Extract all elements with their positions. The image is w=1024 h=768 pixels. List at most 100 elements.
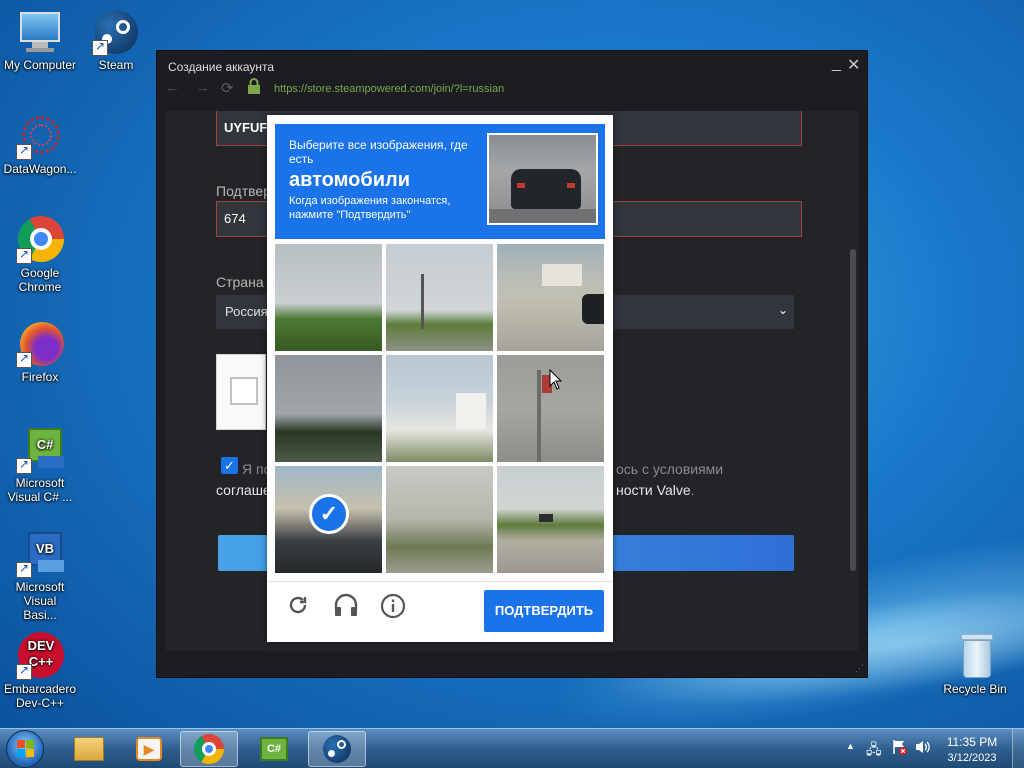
clock[interactable]: 11:35 PM 3/12/2023 xyxy=(946,734,998,766)
captcha-tile[interactable] xyxy=(275,355,382,462)
browser-navbar: ← → ⟳ https://store.steampowered.com/joi… xyxy=(157,78,867,99)
computer-icon xyxy=(16,8,64,56)
chrome-icon xyxy=(16,216,64,264)
desktop-icon-my-computer[interactable]: My Computer xyxy=(0,8,80,72)
taskbar: ▶ C# ▲ 🖧 11:35 PM 3/12/2023 xyxy=(0,728,1024,768)
captcha-tile[interactable] xyxy=(275,244,382,351)
captcha-prompt-line1: Выберите все изображения, где xyxy=(289,138,468,152)
captcha-instruction-line1: Когда изображения закончатся, xyxy=(289,195,451,207)
clock-date: 3/12/2023 xyxy=(947,752,997,764)
back-icon[interactable]: ← xyxy=(165,79,180,96)
desktop-icon-chrome[interactable]: Google Chrome xyxy=(0,216,80,294)
desktop-icon-label: Steam xyxy=(98,58,134,72)
volume-icon[interactable] xyxy=(914,739,932,758)
agreement-link[interactable]: соглаше xyxy=(216,482,271,498)
lock-icon xyxy=(247,78,261,98)
devcpp-icon: DEV C++ xyxy=(16,632,64,680)
window-title: Создание аккаунта xyxy=(168,60,275,74)
desktop-icon-visual-basic[interactable]: VB Microsoft Visual Basi... xyxy=(0,530,80,622)
captcha-sample-image xyxy=(487,133,598,225)
captcha-instruction-line2: нажмите "Подтвердить" xyxy=(289,209,411,221)
desktop-icon-firefox[interactable]: Firefox xyxy=(0,320,80,384)
folder-icon xyxy=(74,737,104,761)
captcha-header: Выберите все изображения, где есть автом… xyxy=(275,124,605,239)
captcha-tile[interactable] xyxy=(386,466,493,573)
desktop-icon-label: My Computer xyxy=(3,58,77,72)
desktop-icon-recycle-bin[interactable]: Recycle Bin xyxy=(935,632,1015,696)
captcha-tile[interactable] xyxy=(497,466,604,573)
privacy-link[interactable]: ности Valve. xyxy=(616,482,695,498)
shortcut-arrow-icon xyxy=(92,39,108,56)
action-center-icon[interactable] xyxy=(891,739,907,758)
forward-icon[interactable]: → xyxy=(195,79,210,96)
datawagon-icon xyxy=(16,112,64,160)
window-titlebar[interactable]: Создание аккаунта _ ✕ xyxy=(157,51,867,79)
mouse-cursor-icon xyxy=(549,368,563,396)
captcha-tile[interactable] xyxy=(386,355,493,462)
windows-logo-icon xyxy=(17,740,35,758)
captcha-divider xyxy=(267,581,613,582)
show-desktop-button[interactable] xyxy=(1012,729,1024,768)
captcha-tile[interactable] xyxy=(497,244,604,351)
headphones-icon[interactable] xyxy=(333,593,359,623)
captcha-prompt: Выберите все изображения, где есть xyxy=(289,138,468,166)
start-button[interactable] xyxy=(6,730,44,768)
desktop-icon-datawagon[interactable]: DataWagon... xyxy=(0,112,80,176)
recaptcha-widget xyxy=(216,354,266,430)
chrome-icon xyxy=(194,734,224,764)
shortcut-arrow-icon xyxy=(16,457,32,474)
address-bar[interactable]: https://store.steampowered.com/join/?l=r… xyxy=(274,83,504,95)
recycle-bin-icon xyxy=(951,632,999,680)
check-icon: ✓ xyxy=(309,494,349,534)
desktop-icon-label: Microsoft Visual Basi... xyxy=(15,580,65,622)
firefox-icon xyxy=(16,320,64,368)
agree-text-right: ось с условиями xyxy=(616,461,724,477)
resize-grip-icon[interactable]: ⋰ xyxy=(855,663,864,674)
desktop-icon-label: Firefox xyxy=(21,370,59,384)
clock-time: 11:35 PM xyxy=(946,735,998,749)
scrollbar[interactable] xyxy=(849,111,857,651)
agree-checkbox[interactable]: ✓ xyxy=(221,457,238,474)
steam-icon xyxy=(92,8,140,56)
taskbar-media-player[interactable]: ▶ xyxy=(120,731,178,767)
minimize-button[interactable]: _ xyxy=(832,55,841,73)
desktop-icon-steam[interactable]: Steam xyxy=(76,8,156,72)
shortcut-arrow-icon xyxy=(16,143,32,160)
taskbar-explorer[interactable] xyxy=(60,731,118,767)
desktop-icon-label: DataWagon... xyxy=(3,162,77,176)
desktop-icon-label: Microsoft Visual C# ... xyxy=(7,476,73,504)
period: . xyxy=(690,482,695,498)
captcha-instruction: Когда изображения закончатся, нажмите "П… xyxy=(289,194,450,222)
scrollbar-thumb[interactable] xyxy=(850,249,856,571)
desktop-icon-devcpp[interactable]: DEVC++ Embarcadero Dev-C++ xyxy=(0,632,80,710)
desktop-icon-visual-csharp[interactable]: C# Microsoft Visual C# ... xyxy=(0,426,80,504)
desktop-icon-label: Embarcadero Dev-C++ xyxy=(3,682,77,710)
country-select-value: Россия xyxy=(225,304,268,319)
recaptcha-checkbox[interactable] xyxy=(230,377,258,405)
chevron-down-icon: ⌄ xyxy=(777,303,788,317)
taskbar-visual-csharp[interactable]: C# xyxy=(246,731,304,767)
taskbar-chrome[interactable] xyxy=(180,731,238,767)
verify-button[interactable]: ПОДТВЕРДИТЬ xyxy=(484,590,604,632)
taskbar-steam[interactable] xyxy=(308,731,366,767)
shortcut-arrow-icon xyxy=(16,663,32,680)
reload-icon[interactable]: ⟳ xyxy=(221,79,234,97)
shortcut-arrow-icon xyxy=(16,247,32,264)
visual-csharp-icon: C# xyxy=(16,426,64,474)
show-hidden-icons-button[interactable]: ▲ xyxy=(846,741,855,751)
desktop-icon-label: Google Chrome xyxy=(18,266,62,294)
reload-icon[interactable] xyxy=(286,593,310,623)
captcha-tile[interactable]: ✓ xyxy=(275,466,382,573)
desktop-icon-label: Recycle Bin xyxy=(943,682,1007,696)
visual-csharp-icon: C# xyxy=(260,737,288,761)
network-icon[interactable]: 🖧 xyxy=(866,739,882,763)
captcha-prompt-line2: есть xyxy=(289,152,314,166)
captcha-tile[interactable] xyxy=(386,244,493,351)
close-button[interactable]: ✕ xyxy=(847,55,860,75)
steam-icon xyxy=(323,735,351,763)
captcha-target: автомобили xyxy=(289,169,411,191)
media-player-icon: ▶ xyxy=(136,737,162,761)
info-icon[interactable] xyxy=(380,593,406,625)
shortcut-arrow-icon xyxy=(16,561,32,578)
privacy-link-text: ности Valve xyxy=(616,482,691,498)
